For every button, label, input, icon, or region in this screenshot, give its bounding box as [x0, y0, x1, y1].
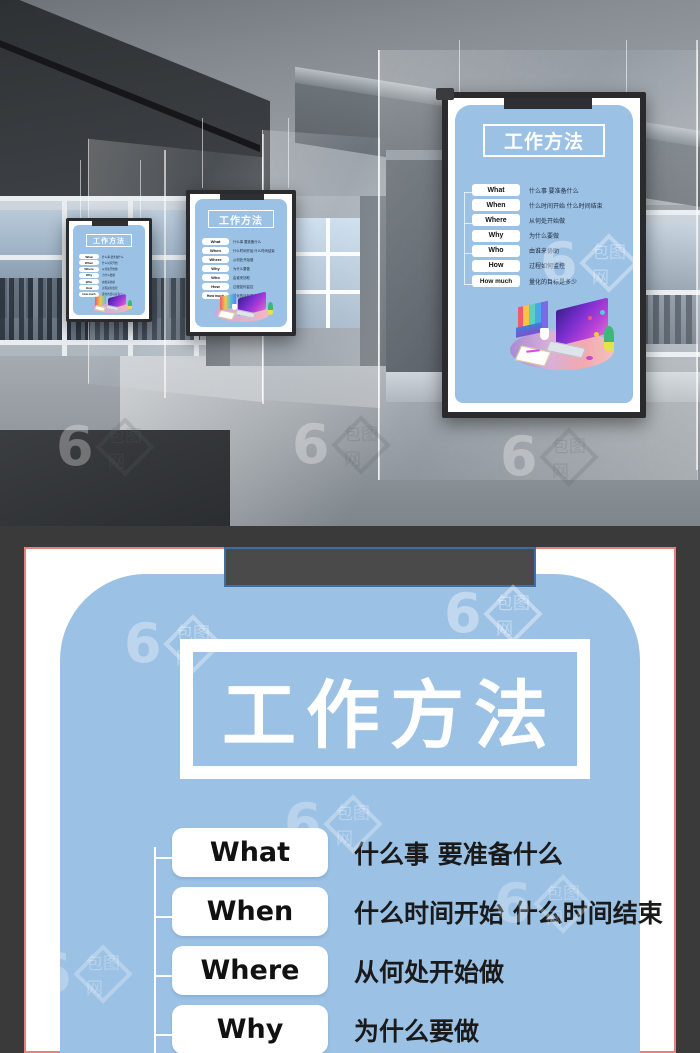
poster-row-key: When	[172, 887, 328, 936]
poster-middle[interactable]: 工作方法 What 什么事 要准备什么 When 什么时间开始 什么时间结束 Whe…	[186, 190, 296, 336]
watermark: 6 包图网	[500, 427, 599, 487]
watermark: 6 包图网	[124, 614, 223, 674]
watermark: 6 包图网	[292, 415, 391, 475]
poster-row-key: Where	[472, 214, 520, 227]
desk-illustration	[90, 293, 132, 314]
connector-line	[464, 192, 472, 193]
hanging-wire	[80, 160, 81, 222]
watermark: 6 包图网	[494, 874, 593, 934]
poster-row-key: Who	[472, 244, 520, 257]
poster-row-key: How	[472, 259, 520, 272]
watermark: 6 包图网	[284, 794, 383, 854]
hanging-wire	[140, 160, 141, 222]
watermark: 6 包图网	[444, 584, 543, 644]
poster-row-key: Why	[472, 229, 520, 242]
page-root: 工作方法 What 什么事 要准备什么 When 什么时间开始 Where 从何处开始…	[0, 0, 700, 1053]
office-scene-mockup: 工作方法 What 什么事 要准备什么 When 什么时间开始 Where 从何处开始…	[0, 0, 700, 526]
poster-rows: What 什么事 要准备什么 When 什么时间开始 什么时间结束 Where 从何处…	[202, 238, 284, 299]
poster-rows: What 什么事 要准备什么 When 什么时间开始 什么时间结束 Where …	[172, 825, 692, 1053]
poster-title: 工作方法	[222, 672, 558, 759]
poster-hanger-bar	[504, 98, 592, 109]
poster-row: Where 从何处开始做	[172, 943, 692, 998]
poster-row-value: 从何处开始做	[529, 218, 566, 225]
desk-illustration	[504, 297, 620, 378]
hanging-wire	[626, 40, 627, 95]
poster-row-key: When	[472, 199, 520, 212]
connector-line	[464, 192, 465, 284]
poster-row: Why 为什么要做	[172, 1002, 692, 1053]
hanging-wire	[202, 118, 203, 188]
poster-row-value: 什么事 要准备什么	[529, 188, 579, 195]
watermark: 6 包图网	[56, 417, 155, 477]
watermark: 6 包图网	[540, 233, 639, 293]
hanging-wire	[459, 40, 460, 95]
poster-row: What 什么事 要准备什么	[172, 825, 692, 880]
poster-row-value: 什么时间开始 什么时间结束	[529, 203, 603, 210]
poster-title: 工作方法	[483, 124, 605, 157]
poster-row: When 什么时间开始 什么时间结束	[472, 199, 640, 212]
poster-row: Where 从何处开始做	[472, 214, 640, 227]
poster-clip	[436, 88, 454, 100]
poster-row: What 什么事 要准备什么	[472, 184, 640, 196]
poster-title: 工作方法	[208, 210, 274, 228]
watermark: 6 包图网	[34, 944, 133, 1004]
poster-row-key: How much	[472, 275, 520, 288]
poster-small-left[interactable]: 工作方法 What 什么事 要准备什么 When 什么时间开始 Where 从何处开始…	[66, 218, 152, 322]
poster-hanger-bar	[224, 547, 536, 587]
poster-row-value: 什么事 要准备什么	[354, 839, 563, 869]
poster-detail-view: 工作方法 What 什么事 要准备什么 When 什么时间开始 什么时间结束 W…	[24, 547, 676, 1053]
poster-row-key: Why	[172, 1005, 328, 1053]
poster-title: 工作方法	[86, 234, 132, 247]
poster-row: When 什么时间开始 什么时间结束	[172, 884, 692, 939]
poster-row-key: What	[472, 184, 520, 196]
poster-rows: What 什么事 要准备什么 When 什么时间开始 Where 从何处开始做 Why…	[79, 254, 141, 297]
poster-row-value: 为什么要做	[354, 1016, 480, 1046]
glass-edge	[378, 50, 380, 480]
connector-trunk	[154, 847, 156, 1053]
hanging-wire	[288, 118, 289, 188]
connector-line	[464, 253, 472, 254]
connector-line	[464, 284, 472, 285]
poster-row-value: 从何处开始做	[354, 957, 505, 987]
glass-edge	[164, 150, 166, 398]
connector-line	[464, 223, 472, 224]
poster-row-key: Where	[172, 946, 328, 995]
glass-edge	[696, 40, 698, 470]
desk-illustration	[212, 291, 274, 324]
